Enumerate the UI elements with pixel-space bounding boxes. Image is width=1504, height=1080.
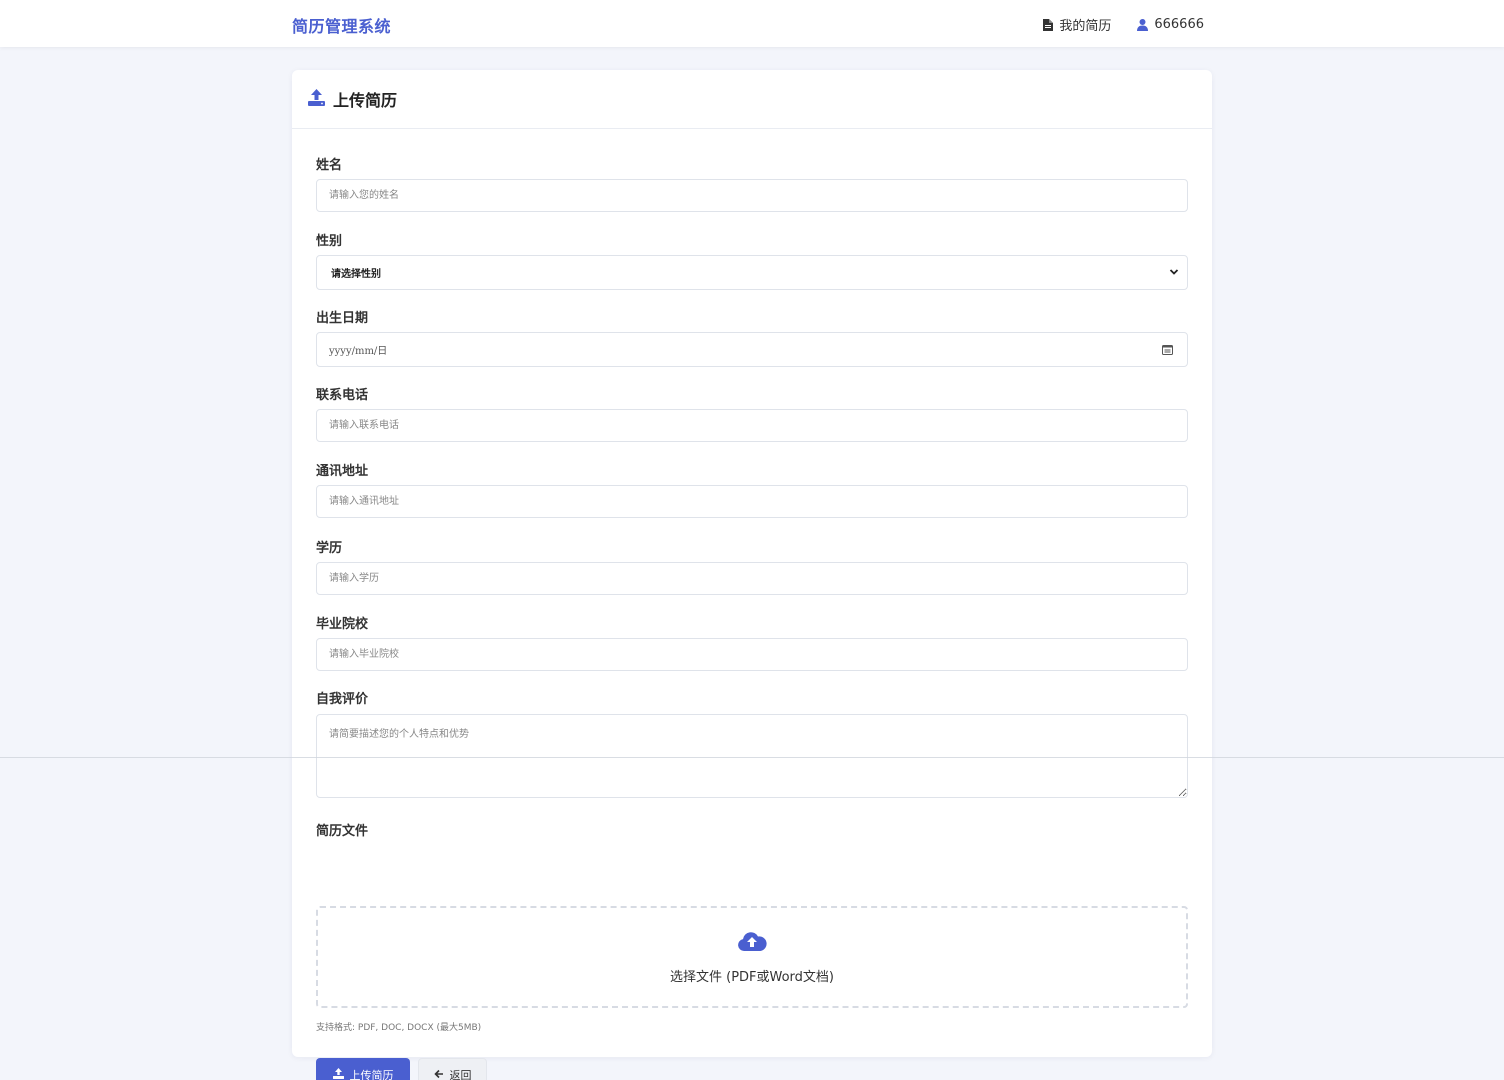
upload-button-label: 上传简历 — [349, 1069, 394, 1080]
birthdate-input[interactable]: yyyy/mm/日 — [316, 332, 1188, 367]
file-dropzone[interactable]: 选择文件 (PDF或Word文档) — [316, 906, 1188, 1008]
phone-input[interactable] — [316, 409, 1188, 442]
back-button[interactable]: 返回 — [418, 1058, 487, 1080]
self-evaluation-textarea[interactable] — [316, 714, 1188, 798]
page-title: 上传简历 — [333, 91, 398, 110]
address-label: 通讯地址 — [316, 464, 369, 479]
nav-my-resume-label: 我的简历 — [1059, 19, 1112, 34]
phone-label: 联系电话 — [316, 388, 369, 403]
nav-right: 我的简历 666666 — [1043, 15, 1204, 34]
card-header: 上传简历 — [292, 70, 1212, 129]
school-input[interactable] — [316, 638, 1188, 671]
upload-card: 上传简历 姓名 性别 请选择性别 出生日期 yyyy/mm/日 联系电话 通讯地… — [292, 70, 1212, 1080]
dropzone-label: 选择文件 (PDF或Word文档) — [669, 969, 835, 985]
nav-user[interactable]: 666666 — [1137, 17, 1204, 32]
top-navbar: 简历管理系统 我的简历 666666 — [0, 0, 1504, 47]
horizontal-divider — [0, 757, 1504, 758]
cloud-upload-icon — [737, 930, 767, 956]
calendar-icon[interactable] — [1162, 344, 1173, 358]
resume-file-label: 简历文件 — [316, 824, 369, 839]
nav-my-resume[interactable]: 我的简历 — [1043, 15, 1111, 34]
document-icon — [1043, 18, 1054, 31]
back-button-label: 返回 — [449, 1069, 472, 1080]
name-label: 姓名 — [316, 158, 343, 173]
username-label: 666666 — [1154, 17, 1204, 32]
school-label: 毕业院校 — [316, 617, 369, 632]
user-icon — [1137, 18, 1149, 31]
address-input[interactable] — [316, 485, 1188, 518]
gender-select-value: 请选择性别 — [331, 269, 381, 280]
gender-label: 性别 — [316, 234, 343, 249]
upload-small-icon — [332, 1068, 344, 1080]
brand-title[interactable]: 简历管理系统 — [292, 13, 391, 37]
education-input[interactable] — [316, 562, 1188, 595]
birthdate-label: 出生日期 — [316, 311, 369, 326]
gender-select[interactable]: 请选择性别 — [316, 255, 1188, 290]
birthdate-value: yyyy/mm/日 — [329, 346, 388, 357]
arrow-left-icon — [433, 1069, 444, 1080]
name-input[interactable] — [316, 179, 1188, 212]
upload-icon — [308, 88, 325, 110]
education-label: 学历 — [316, 541, 343, 556]
upload-button[interactable]: 上传简历 — [316, 1058, 410, 1080]
chevron-down-icon — [1169, 267, 1179, 280]
file-format-hint: 支持格式: PDF, DOC, DOCX (最大5MB) — [316, 1023, 482, 1033]
self-evaluation-label: 自我评价 — [316, 692, 369, 707]
